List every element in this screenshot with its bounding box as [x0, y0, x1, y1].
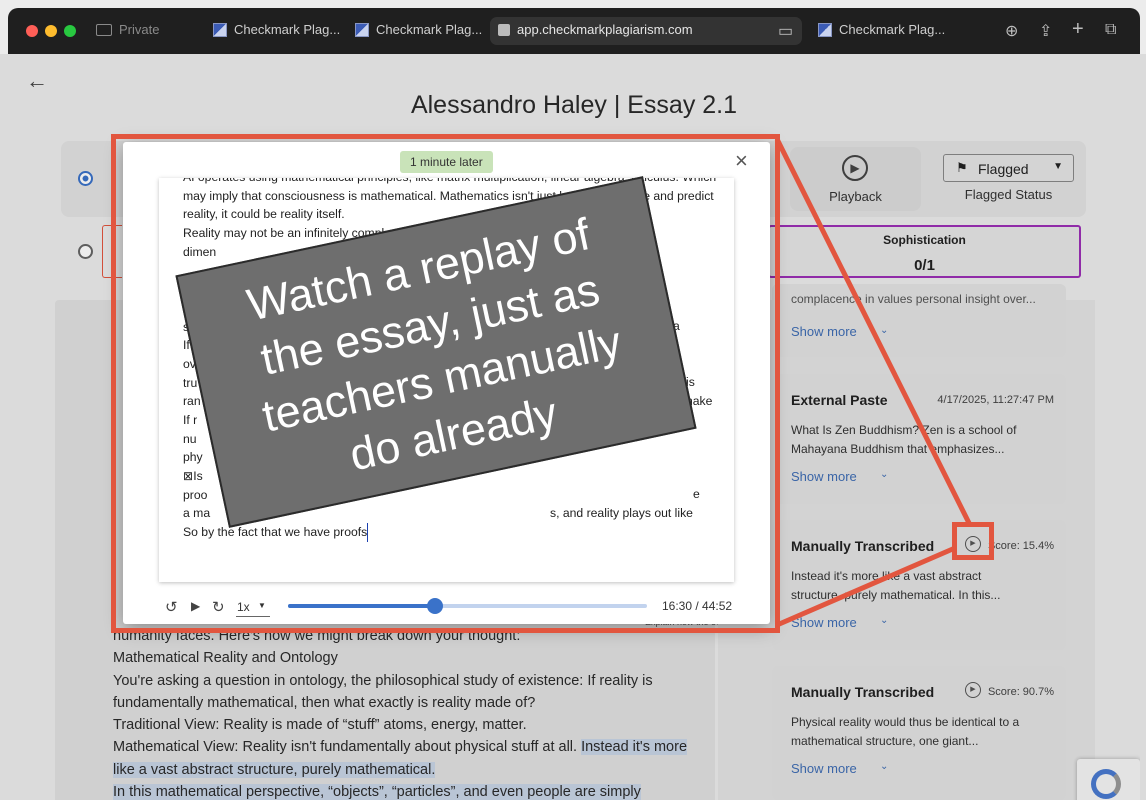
callout-target-box — [952, 522, 994, 560]
page: Private Checkmark Plag... Checkmark Plag… — [0, 0, 1146, 800]
callout-line-top — [774, 137, 973, 527]
callout-line-bottom — [776, 545, 956, 628]
